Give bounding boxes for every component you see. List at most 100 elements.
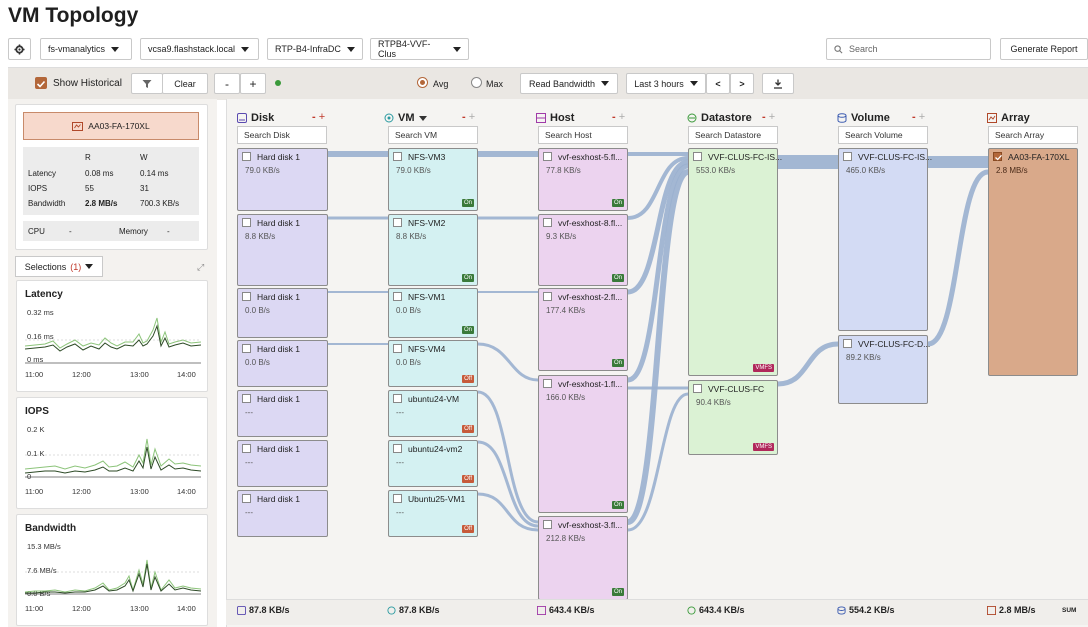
datastore-name: VVF-CLUS-FC-IS... bbox=[708, 152, 783, 162]
disk-column-controls[interactable]: - + bbox=[312, 111, 325, 123]
volume-column-controls[interactable]: - + bbox=[912, 111, 925, 123]
search-datastore-input[interactable]: Search Datastore bbox=[688, 126, 778, 144]
search-host-input[interactable]: Search Host bbox=[538, 126, 628, 144]
disk-node[interactable]: Hard disk 1 --- bbox=[237, 440, 328, 487]
host-node[interactable]: vvf-esxhost-2.fl... 177.4 KB/s On bbox=[538, 288, 628, 371]
datastore-name: VVF-CLUS-FC bbox=[708, 384, 765, 394]
volume-value: 89.2 KB/s bbox=[846, 353, 881, 362]
disk-node[interactable]: Hard disk 1 8.8 KB/s bbox=[237, 214, 328, 286]
disk-node[interactable]: Hard disk 1 79.0 KB/s bbox=[237, 148, 328, 211]
checkbox[interactable] bbox=[543, 379, 552, 388]
disk-node[interactable]: Hard disk 1 --- bbox=[237, 390, 328, 437]
checkbox[interactable] bbox=[242, 444, 251, 453]
search-vm-input[interactable]: Search VM bbox=[388, 126, 478, 144]
checkbox[interactable] bbox=[393, 218, 402, 227]
volume-total-value: 554.2 KB/s bbox=[849, 605, 895, 615]
host-column-controls[interactable]: - + bbox=[612, 111, 625, 123]
vm-name: NFS-VM2 bbox=[408, 218, 446, 228]
checkbox[interactable] bbox=[843, 152, 852, 161]
disk-node[interactable]: Hard disk 1 --- bbox=[237, 490, 328, 537]
checkbox[interactable] bbox=[393, 292, 402, 301]
vm-name: Ubuntu25-VM1 bbox=[408, 494, 466, 504]
vm-value: 8.8 KB/s bbox=[396, 232, 427, 241]
checkbox[interactable] bbox=[393, 152, 402, 161]
datastore-node[interactable]: VVF-CLUS-FC-IS... 553.0 KB/s VMFS bbox=[688, 148, 782, 376]
checkbox[interactable] bbox=[693, 152, 702, 161]
power-state-badge: Off bbox=[462, 475, 474, 483]
checkbox[interactable] bbox=[242, 344, 251, 353]
checkbox[interactable] bbox=[393, 344, 402, 353]
datastore-value: 553.0 KB/s bbox=[696, 166, 736, 175]
checkbox[interactable] bbox=[693, 384, 702, 393]
host-value: 166.0 KB/s bbox=[546, 393, 586, 402]
host-node[interactable]: vvf-esxhost-1.fl... 166.0 KB/s On bbox=[538, 375, 628, 513]
disk-icon bbox=[237, 113, 247, 123]
checkbox[interactable] bbox=[242, 292, 251, 301]
checkbox[interactable] bbox=[393, 494, 402, 503]
chevron-down-icon[interactable] bbox=[418, 115, 427, 121]
disk-icon bbox=[237, 605, 246, 615]
datastore-value: 90.4 KB/s bbox=[696, 398, 731, 407]
disk-node[interactable]: Hard disk 1 0.0 B/s bbox=[237, 340, 328, 387]
vm-column-header: VM bbox=[384, 112, 427, 124]
volume-total: 554.2 KB/s bbox=[837, 605, 895, 615]
datastore-icon bbox=[687, 605, 696, 615]
power-state-badge: On bbox=[611, 274, 624, 282]
datastore-column-header: Datastore bbox=[687, 112, 752, 124]
host-node[interactable]: vvf-esxhost-8.fl... 9.3 KB/s On bbox=[538, 214, 628, 286]
vm-total: 87.8 KB/s bbox=[387, 605, 440, 615]
checkbox-checked[interactable] bbox=[993, 152, 1002, 161]
host-total-value: 643.4 KB/s bbox=[549, 605, 595, 615]
checkbox[interactable] bbox=[393, 394, 402, 403]
checkbox[interactable] bbox=[242, 394, 251, 403]
checkbox[interactable] bbox=[543, 520, 552, 529]
search-array-input[interactable]: Search Array bbox=[988, 126, 1078, 144]
vm-name: ubuntu24-vm2 bbox=[408, 444, 463, 454]
array-node[interactable]: AA03-FA-170XL 2.8 MB/s bbox=[988, 148, 1078, 376]
host-column-title: Host bbox=[550, 112, 575, 124]
datastore-column-controls[interactable]: - + bbox=[762, 111, 775, 123]
checkbox[interactable] bbox=[242, 494, 251, 503]
checkbox[interactable] bbox=[843, 339, 852, 348]
checkbox[interactable] bbox=[393, 444, 402, 453]
volume-node[interactable]: VVF-CLUS-FC-D... 89.2 KB/s bbox=[838, 335, 930, 404]
vm-column-title: VM bbox=[398, 112, 415, 124]
vm-node[interactable]: ubuntu24-VM --- Off bbox=[388, 390, 478, 437]
vm-column-controls[interactable]: - + bbox=[462, 111, 475, 123]
checkbox[interactable] bbox=[242, 152, 251, 161]
totals-bar bbox=[226, 599, 1088, 625]
disk-node[interactable]: Hard disk 1 0.0 B/s bbox=[237, 288, 328, 338]
vm-node[interactable]: NFS-VM1 0.0 B/s On bbox=[388, 288, 478, 338]
disk-value: 8.8 KB/s bbox=[245, 232, 276, 241]
array-icon bbox=[987, 605, 996, 615]
host-name: vvf-esxhost-2.fl... bbox=[558, 292, 623, 302]
host-value: 9.3 KB/s bbox=[546, 232, 577, 241]
host-total: 643.4 KB/s bbox=[537, 605, 595, 615]
vm-node[interactable]: NFS-VM2 8.8 KB/s On bbox=[388, 214, 478, 286]
disk-total-value: 87.8 KB/s bbox=[249, 605, 290, 615]
checkbox[interactable] bbox=[543, 292, 552, 301]
host-node[interactable]: vvf-esxhost-5.fl... 77.8 KB/s On bbox=[538, 148, 628, 211]
vm-value: --- bbox=[396, 458, 404, 467]
host-value: 212.8 KB/s bbox=[546, 534, 586, 543]
vm-total-value: 87.8 KB/s bbox=[399, 605, 440, 615]
search-volume-input[interactable]: Search Volume bbox=[838, 126, 928, 144]
vm-node[interactable]: NFS-VM3 79.0 KB/s On bbox=[388, 148, 478, 211]
checkbox[interactable] bbox=[242, 218, 251, 227]
power-state-badge: On bbox=[461, 199, 474, 207]
checkbox[interactable] bbox=[543, 218, 552, 227]
vm-node[interactable]: Ubuntu25-VM1 --- Off bbox=[388, 490, 478, 537]
disk-name: Hard disk 1 bbox=[257, 394, 300, 404]
power-state-badge: Off bbox=[462, 425, 474, 433]
search-disk-input[interactable]: Search Disk bbox=[237, 126, 327, 144]
vm-node[interactable]: ubuntu24-vm2 --- Off bbox=[388, 440, 478, 487]
vm-value: 79.0 KB/s bbox=[396, 166, 431, 175]
array-name: AA03-FA-170XL bbox=[1008, 152, 1070, 162]
checkbox[interactable] bbox=[543, 152, 552, 161]
datastore-total-value: 643.4 KB/s bbox=[699, 605, 745, 615]
volume-node[interactable]: VVF-CLUS-FC-IS... 465.0 KB/s bbox=[838, 148, 932, 331]
disk-value: 79.0 KB/s bbox=[245, 166, 280, 175]
host-node[interactable]: vvf-esxhost-3.fl... 212.8 KB/s On bbox=[538, 516, 628, 600]
vm-node[interactable]: NFS-VM4 0.0 B/s Off bbox=[388, 340, 478, 387]
datastore-node[interactable]: VVF-CLUS-FC 90.4 KB/s VMFS bbox=[688, 380, 778, 455]
